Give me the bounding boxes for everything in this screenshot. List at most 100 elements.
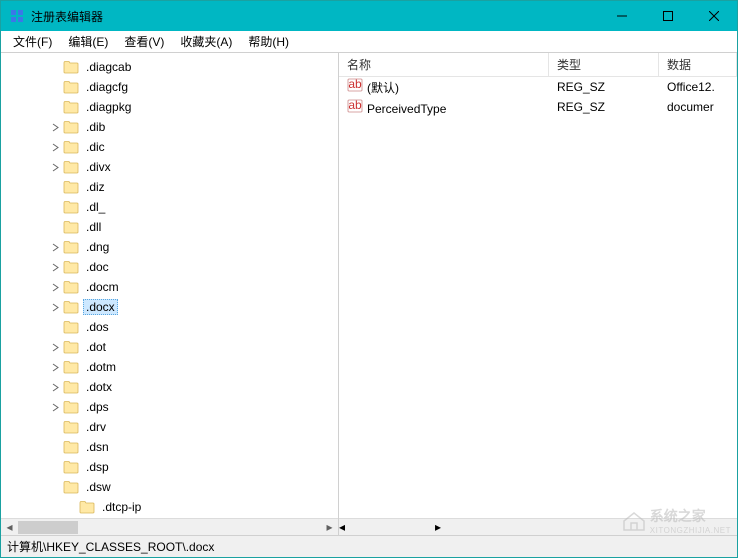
maximize-button[interactable]: [645, 1, 691, 31]
folder-icon: [63, 300, 79, 314]
tree-node[interactable]: .dic: [1, 137, 338, 157]
string-value-icon: ab: [347, 78, 363, 92]
menu-edit[interactable]: 编辑(E): [60, 31, 116, 52]
tree-node-label: .dib: [83, 119, 108, 135]
folder-icon: [63, 380, 79, 394]
tree-node-label: .dotm: [83, 359, 119, 375]
tree-node[interactable]: .dtcp-ip: [1, 497, 338, 517]
app-icon: [9, 8, 25, 24]
folder-icon: [63, 320, 79, 334]
expand-icon[interactable]: [49, 301, 61, 313]
tree-node[interactable]: .dps: [1, 397, 338, 417]
cell-type: REG_SZ: [549, 100, 659, 114]
tree-node-label: .doc: [83, 259, 112, 275]
menu-help[interactable]: 帮助(H): [240, 31, 297, 52]
expand-icon[interactable]: [49, 261, 61, 273]
list-row[interactable]: ab(默认)REG_SZOffice12.: [339, 77, 737, 97]
scroll-thumb[interactable]: [18, 521, 78, 534]
tree-node-label: .dll: [83, 219, 104, 235]
scroll-left-arrow-icon[interactable]: ◂: [339, 520, 345, 534]
folder-icon: [63, 280, 79, 294]
folder-icon: [63, 240, 79, 254]
expand-icon[interactable]: [49, 281, 61, 293]
scroll-right-arrow-icon[interactable]: ▸: [321, 519, 338, 536]
statusbar: 计算机\HKEY_CLASSES_ROOT\.docx: [1, 535, 737, 557]
column-header-type[interactable]: 类型: [549, 53, 659, 76]
tree-node[interactable]: .dng: [1, 237, 338, 257]
folder-icon: [63, 260, 79, 274]
scroll-right-arrow-icon[interactable]: ▸: [435, 520, 441, 534]
expand-icon[interactable]: [49, 401, 61, 413]
tree-node[interactable]: .dotm: [1, 357, 338, 377]
tree-node[interactable]: .drv: [1, 417, 338, 437]
expand-icon[interactable]: [49, 381, 61, 393]
tree-node-label: .dos: [83, 319, 112, 335]
scroll-track[interactable]: [18, 519, 321, 536]
column-header-data[interactable]: 数据: [659, 53, 737, 76]
expand-icon[interactable]: [49, 161, 61, 173]
tree-node-label: .diagpkg: [83, 99, 134, 115]
tree-node[interactable]: .dsw: [1, 477, 338, 497]
tree-node[interactable]: .dos: [1, 317, 338, 337]
cell-type: REG_SZ: [549, 80, 659, 94]
folder-icon: [63, 220, 79, 234]
value-list[interactable]: ab(默认)REG_SZOffice12.abPerceivedTypeREG_…: [339, 77, 737, 117]
tree-node-label: .docx: [83, 299, 118, 315]
content-area: .diagcab.diagcfg .diagpkg .dib .dic .divx .di…: [1, 53, 737, 535]
tree-node-label: .dtcp-ip: [99, 499, 144, 515]
minimize-button[interactable]: [599, 1, 645, 31]
tree-node[interactable]: .dsp: [1, 457, 338, 477]
column-header-name[interactable]: 名称: [339, 53, 549, 76]
folder-icon: [79, 500, 95, 514]
expand-icon[interactable]: [49, 341, 61, 353]
expand-icon[interactable]: [49, 121, 61, 133]
tree-node[interactable]: .divx: [1, 157, 338, 177]
tree-horizontal-scrollbar[interactable]: ◂ ▸: [1, 518, 338, 535]
folder-icon: [63, 400, 79, 414]
folder-icon: [63, 200, 79, 214]
tree-node[interactable]: .diz: [1, 177, 338, 197]
tree-node-label: .dsp: [83, 459, 112, 475]
tree-node[interactable]: .dotx: [1, 377, 338, 397]
tree-node-label: .divx: [83, 159, 114, 175]
tree-node[interactable]: .docm: [1, 277, 338, 297]
menubar: 文件(F) 编辑(E) 查看(V) 收藏夹(A) 帮助(H): [1, 31, 737, 53]
tree-node[interactable]: .diagcfg: [1, 77, 338, 97]
tree-node[interactable]: .docx: [1, 297, 338, 317]
menu-file[interactable]: 文件(F): [5, 31, 60, 52]
tree-node-label: .dsw: [83, 479, 114, 495]
tree-node[interactable]: .dot: [1, 337, 338, 357]
tree-node-label: .drv: [83, 419, 109, 435]
scroll-left-arrow-icon[interactable]: ◂: [1, 519, 18, 536]
list-horizontal-scrollbar[interactable]: ◂ ▸: [339, 518, 737, 535]
menu-view[interactable]: 查看(V): [116, 31, 172, 52]
list-row[interactable]: abPerceivedTypeREG_SZdocumer: [339, 97, 737, 117]
registry-tree[interactable]: .diagcab.diagcfg .diagpkg .dib .dic .divx .di…: [1, 53, 338, 518]
folder-icon: [63, 180, 79, 194]
folder-icon: [63, 440, 79, 454]
expand-icon[interactable]: [49, 141, 61, 153]
string-value-icon: ab: [347, 99, 363, 113]
cell-name: ab PerceivedType: [339, 99, 549, 116]
value-name: PerceivedType: [367, 102, 446, 116]
folder-icon: [63, 480, 79, 494]
svg-text:ab: ab: [348, 78, 362, 91]
tree-node[interactable]: .doc: [1, 257, 338, 277]
tree-node[interactable]: .diagpkg: [1, 97, 338, 117]
tree-node-label: .dot: [83, 339, 109, 355]
tree-node[interactable]: .diagcab: [1, 57, 338, 77]
folder-icon: [63, 80, 79, 94]
tree-node[interactable]: .dsn: [1, 437, 338, 457]
tree-node[interactable]: .dll: [1, 217, 338, 237]
expand-icon[interactable]: [49, 241, 61, 253]
tree-node-label: .diz: [83, 179, 108, 195]
tree-node[interactable]: .dib: [1, 117, 338, 137]
folder-icon: [63, 460, 79, 474]
tree-node-label: .dic: [83, 139, 108, 155]
expand-icon[interactable]: [49, 361, 61, 373]
tree-node[interactable]: .dl_: [1, 197, 338, 217]
tree-node-label: .dotx: [83, 379, 115, 395]
menu-favorites[interactable]: 收藏夹(A): [172, 31, 240, 52]
folder-icon: [63, 160, 79, 174]
close-button[interactable]: [691, 1, 737, 31]
